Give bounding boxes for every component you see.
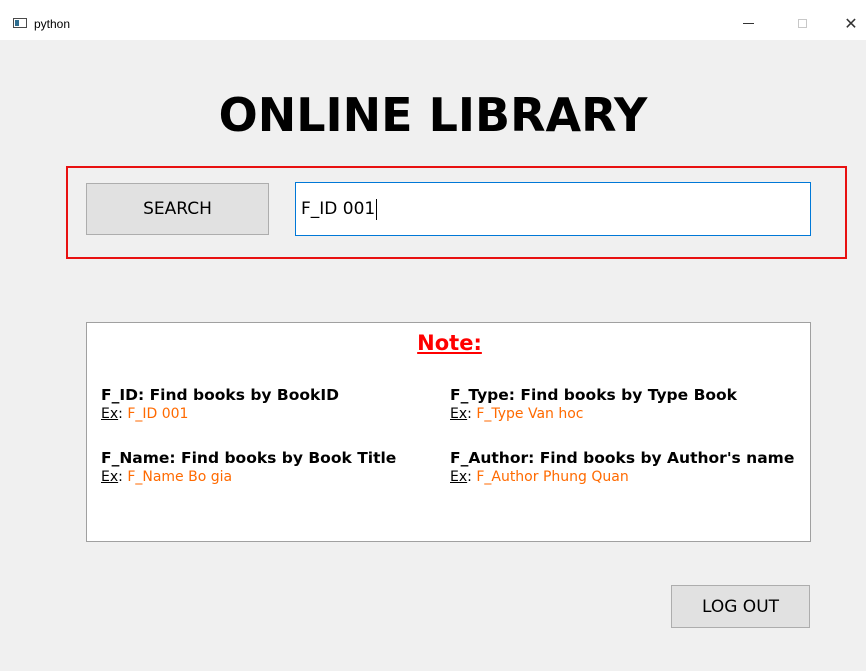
note-example: Ex: F_ID 001 [101,406,339,422]
page-title: ONLINE LIBRARY [218,88,648,142]
app-window-icon [13,18,27,28]
note-heading: F_Name: Find books by Book Title [101,449,397,467]
note-title: Note: [417,331,482,355]
note-item-name: F_Name: Find books by Book Title Ex: F_N… [101,449,396,485]
example-value: F_Name Bo gia [127,469,233,485]
note-heading: F_Type: Find books by Type Book [450,386,737,404]
text-caret [376,198,378,220]
example-label: Ex [450,469,468,485]
example-value: F_Author Phung Quan [476,469,629,485]
note-example: Ex: F_Type Van hoc [450,406,737,422]
maximize-icon [797,18,807,28]
example-label: Ex [101,406,119,422]
note-example: Ex: F_Name Bo gia [101,469,396,485]
example-label: Ex [101,469,119,485]
close-icon: ✕ [844,13,858,33]
note-item-author: F_Author: Find books by Author's name Ex… [450,449,794,485]
note-example: Ex: F_Author Phung Quan [450,469,794,485]
note-heading: F_Author: Find books by Author's name [450,449,795,467]
example-colon: : [467,406,477,422]
example-colon: : [118,469,128,485]
window-titlebar: python ✕ [0,0,866,40]
note-panel: Note: F_ID: Find books by BookID Ex: F_I… [86,322,811,542]
minimize-button[interactable] [733,12,763,34]
example-value: F_ID 001 [127,406,189,422]
search-input[interactable]: F_ID 001 [295,182,811,236]
close-button[interactable]: ✕ [836,12,866,34]
minimize-icon [742,22,754,24]
example-value: F_Type Van hoc [476,406,584,422]
example-colon: : [467,469,477,485]
note-item-id: F_ID: Find books by BookID Ex: F_ID 001 [101,386,339,422]
search-button[interactable]: SEARCH [86,183,269,235]
note-heading: F_ID: Find books by BookID [101,386,339,404]
logout-button[interactable]: LOG OUT [671,585,810,628]
window-title: python [34,17,71,31]
example-colon: : [118,406,128,422]
search-input-value: F_ID 001 [301,199,376,219]
maximize-button[interactable] [787,12,817,34]
note-item-type: F_Type: Find books by Type Book Ex: F_Ty… [450,386,737,422]
example-label: Ex [450,406,468,422]
